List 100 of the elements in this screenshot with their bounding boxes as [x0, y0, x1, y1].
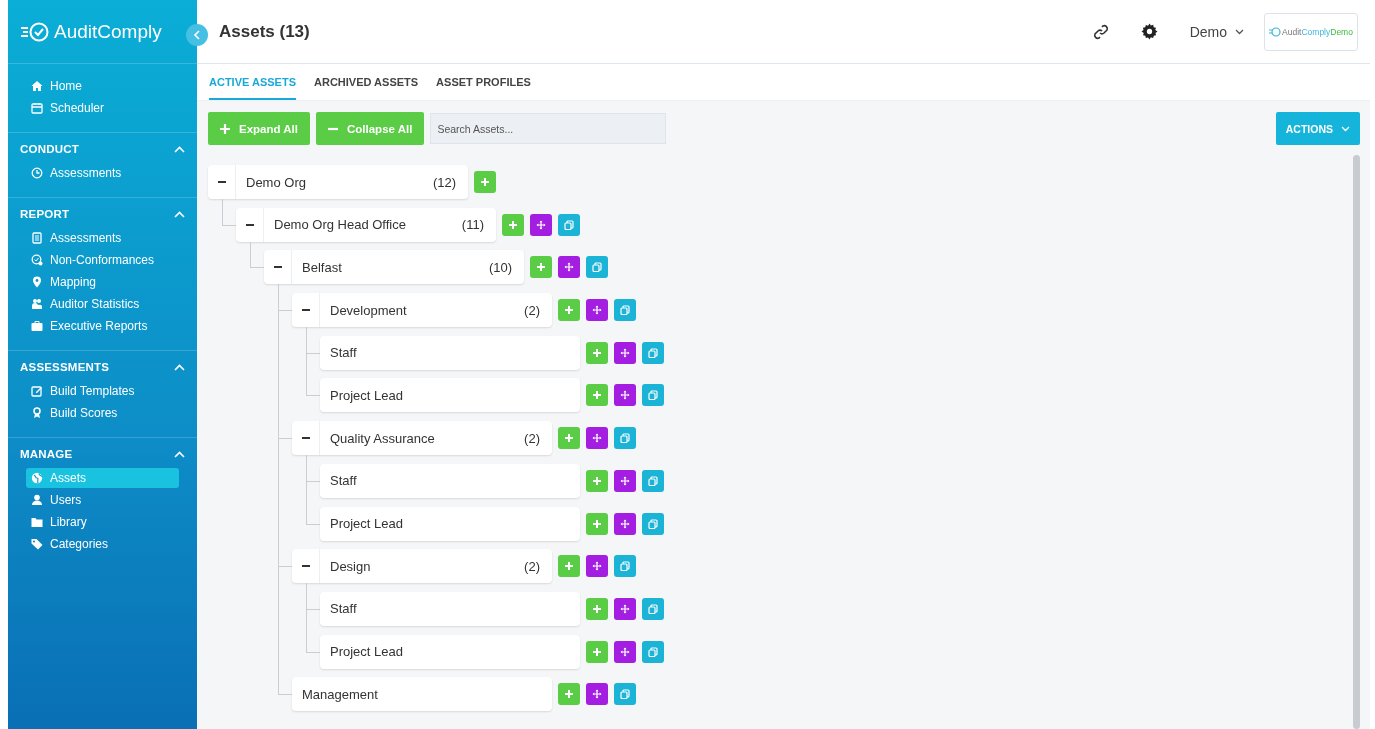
- add-button[interactable]: [530, 256, 552, 279]
- copy-button[interactable]: [614, 299, 636, 322]
- add-button[interactable]: [586, 469, 608, 492]
- plus-icon: [592, 390, 602, 401]
- plus-icon: [564, 305, 574, 316]
- chevron-up-icon[interactable]: [174, 450, 185, 458]
- tab[interactable]: ASSET PROFILES: [436, 64, 531, 100]
- move-button[interactable]: [558, 256, 580, 279]
- nav-item[interactable]: Assets: [26, 468, 179, 488]
- move-button[interactable]: [614, 341, 636, 364]
- asset-count: (11): [461, 217, 485, 233]
- copy-button[interactable]: [642, 640, 664, 663]
- settings-icon[interactable]: [1140, 23, 1158, 40]
- move-button[interactable]: [586, 555, 608, 578]
- move-button[interactable]: [614, 512, 636, 535]
- move-button[interactable]: [614, 469, 636, 492]
- add-button[interactable]: [558, 299, 580, 322]
- add-button[interactable]: [586, 341, 608, 364]
- search-field[interactable]: Search Assets...: [430, 113, 667, 144]
- copy-button[interactable]: [614, 427, 636, 450]
- nav-item[interactable]: Scheduler: [26, 98, 179, 118]
- four-arrow-icon: [592, 561, 602, 572]
- nav-item[interactable]: Non-Conformances: [26, 250, 179, 270]
- add-button[interactable]: [474, 171, 496, 193]
- document-icon: [31, 232, 43, 244]
- add-button[interactable]: [558, 555, 580, 578]
- copy-button[interactable]: [614, 683, 636, 706]
- section-heading: CONDUCT: [20, 143, 79, 155]
- asset-node[interactable]: Project Lead: [320, 506, 580, 541]
- chevron-up-icon[interactable]: [174, 210, 185, 218]
- copy-button[interactable]: [642, 384, 664, 407]
- add-button[interactable]: [586, 597, 608, 620]
- add-button[interactable]: [558, 683, 580, 706]
- move-button[interactable]: [614, 384, 636, 407]
- asset-name: Belfast: [301, 259, 343, 275]
- asset-node[interactable]: Quality Assurance (2): [292, 421, 552, 456]
- actions-button[interactable]: ACTIONS: [1275, 112, 1360, 145]
- check-circle-icon: [31, 254, 43, 266]
- move-button[interactable]: [530, 213, 552, 236]
- asset-node[interactable]: Project Lead: [320, 634, 580, 669]
- copy-icon: [620, 305, 630, 316]
- move-button[interactable]: [586, 427, 608, 450]
- asset-name: Project Lead: [329, 387, 404, 403]
- nav-item[interactable]: Build Templates: [26, 381, 179, 401]
- asset-node[interactable]: Management: [292, 677, 552, 712]
- plus-icon: [592, 475, 602, 486]
- asset-node[interactable]: Development (2): [292, 293, 552, 328]
- copy-button[interactable]: [642, 341, 664, 364]
- user-menu[interactable]: Demo: [1189, 23, 1244, 40]
- chevron-up-icon[interactable]: [174, 363, 185, 371]
- asset-name: Staff: [329, 601, 358, 617]
- copy-button[interactable]: [558, 213, 580, 236]
- nav-item[interactable]: Users: [26, 490, 179, 510]
- tab[interactable]: ARCHIVED ASSETS: [314, 64, 419, 100]
- nav-item[interactable]: Assessments: [26, 163, 179, 183]
- nav-item[interactable]: Categories: [26, 534, 179, 554]
- asset-count: (12): [432, 174, 457, 190]
- move-button[interactable]: [614, 640, 636, 663]
- link-icon[interactable]: [1092, 23, 1109, 40]
- page-title: Assets (13): [219, 21, 310, 42]
- plus-icon: [592, 603, 602, 614]
- copy-button[interactable]: [586, 256, 608, 279]
- asset-node[interactable]: Belfast (10): [264, 250, 524, 285]
- four-arrow-icon: [564, 262, 574, 273]
- add-button[interactable]: [586, 384, 608, 407]
- four-arrow-icon: [620, 347, 630, 358]
- add-button[interactable]: [558, 427, 580, 450]
- add-button[interactable]: [586, 640, 608, 663]
- asset-node[interactable]: Design (2): [292, 549, 552, 584]
- nav-item[interactable]: Library: [26, 512, 179, 532]
- nav-item[interactable]: Mapping: [26, 272, 179, 292]
- copy-button[interactable]: [614, 555, 636, 578]
- nav-item[interactable]: Home: [26, 76, 179, 96]
- four-arrow-icon: [592, 433, 602, 444]
- asset-count: (2): [524, 558, 541, 574]
- nav-item[interactable]: Assessments: [26, 228, 179, 248]
- copy-button[interactable]: [642, 469, 664, 492]
- move-button[interactable]: [586, 683, 608, 706]
- copy-icon: [620, 433, 630, 444]
- collapse-sidebar-button[interactable]: [186, 24, 208, 46]
- add-button[interactable]: [502, 213, 524, 236]
- nav-item[interactable]: Auditor Statistics: [26, 294, 179, 314]
- asset-node[interactable]: Demo Org Head Office (11): [236, 207, 496, 242]
- move-button[interactable]: [614, 597, 636, 620]
- chevron-up-icon[interactable]: [174, 145, 185, 153]
- move-button[interactable]: [586, 299, 608, 322]
- copy-icon: [648, 518, 658, 529]
- asset-node[interactable]: Staff: [320, 335, 580, 370]
- asset-node[interactable]: Project Lead: [320, 378, 580, 413]
- asset-node[interactable]: Staff: [320, 591, 580, 626]
- copy-button[interactable]: [642, 512, 664, 535]
- nav-item[interactable]: Executive Reports: [26, 316, 179, 336]
- asset-node[interactable]: Demo Org (12): [208, 165, 468, 199]
- add-button[interactable]: [586, 512, 608, 535]
- home-icon: [31, 80, 43, 92]
- scrollbar[interactable]: [1353, 155, 1360, 729]
- chevron-down-icon: [1341, 125, 1350, 132]
- asset-node[interactable]: Staff: [320, 463, 580, 498]
- copy-button[interactable]: [642, 597, 664, 620]
- nav-item[interactable]: Build Scores: [26, 403, 179, 423]
